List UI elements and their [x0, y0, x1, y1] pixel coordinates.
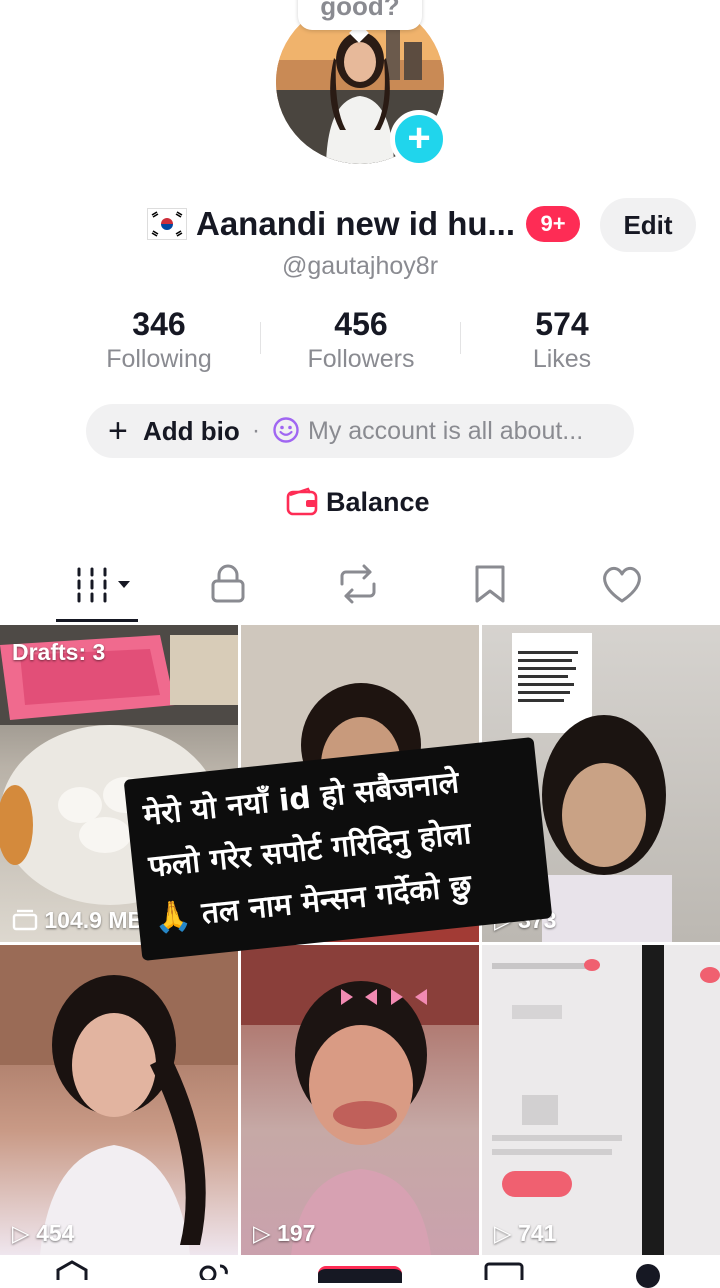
video-thumbnail[interactable]: ▷ 741	[482, 945, 720, 1255]
lock-icon[interactable]	[210, 564, 246, 604]
video-thumbnail[interactable]: ▷ 454	[0, 945, 238, 1255]
stat-likes-value: 574	[535, 306, 589, 342]
plus-icon: +	[108, 412, 128, 450]
play-icon: ▷	[253, 1220, 271, 1246]
story-bubble: good?	[298, 0, 422, 30]
play-icon: ▷	[12, 1220, 30, 1246]
video-thumbnail[interactable]: ▷ 197	[241, 945, 479, 1255]
stat-followers-label: Followers	[307, 345, 415, 373]
play-icon: ▷	[494, 1220, 512, 1246]
view-count-text: 454	[36, 1220, 75, 1246]
repost-icon[interactable]	[336, 564, 380, 604]
stat-following-value: 346	[132, 306, 186, 342]
bio-separator: ·	[252, 417, 260, 444]
stack-icon	[12, 909, 38, 931]
video-thumb-image	[241, 945, 479, 1255]
korea-flag-icon	[147, 208, 187, 240]
draft-size-text: 104.9 MB	[44, 907, 145, 933]
stat-divider	[460, 322, 461, 354]
notification-badge[interactable]: 9+	[526, 206, 580, 242]
bookmark-icon[interactable]	[472, 564, 508, 604]
profile-icon[interactable]	[636, 1264, 660, 1288]
view-count: ▷ 741	[494, 1219, 556, 1247]
home-icon[interactable]	[54, 1260, 90, 1280]
create-button[interactable]	[318, 1266, 402, 1283]
drafts-label: Drafts: 3	[12, 639, 106, 665]
username: @gautajhoy8r	[281, 252, 439, 280]
friends-icon[interactable]	[194, 1262, 234, 1280]
stat-likes[interactable]: 574 Likes	[462, 304, 662, 374]
heart-icon[interactable]	[600, 564, 644, 604]
view-count: ▷ 454	[12, 1219, 74, 1247]
add-bio-label[interactable]: Add bio	[143, 413, 240, 449]
stat-followers[interactable]: 456 Followers	[261, 304, 461, 374]
edit-profile-button[interactable]: Edit	[600, 198, 696, 252]
video-thumb-image	[0, 945, 238, 1255]
draft-size: 104.9 MB	[12, 906, 144, 934]
videos-grid-tab-icon[interactable]	[74, 566, 134, 604]
add-story-button[interactable]: +	[390, 110, 448, 168]
stat-followers-value: 456	[334, 306, 388, 342]
stat-following-label: Following	[106, 345, 212, 373]
view-count-text: 741	[518, 1220, 557, 1246]
display-name[interactable]: Aanandi new id hu...	[196, 200, 515, 248]
view-count-text: 197	[277, 1220, 316, 1246]
balance-label[interactable]: Balance	[326, 484, 430, 520]
bio-placeholder[interactable]: My account is all about...	[308, 413, 583, 449]
active-tab-indicator	[56, 619, 138, 622]
inbox-icon[interactable]	[484, 1262, 524, 1280]
view-count: ▷ 197	[253, 1219, 315, 1247]
stat-following[interactable]: 346 Following	[59, 304, 259, 374]
smiley-icon	[273, 417, 299, 443]
stat-likes-label: Likes	[532, 345, 592, 373]
video-thumb-image	[482, 945, 720, 1255]
wallet-icon	[286, 487, 318, 516]
bottom-nav	[0, 1256, 720, 1288]
